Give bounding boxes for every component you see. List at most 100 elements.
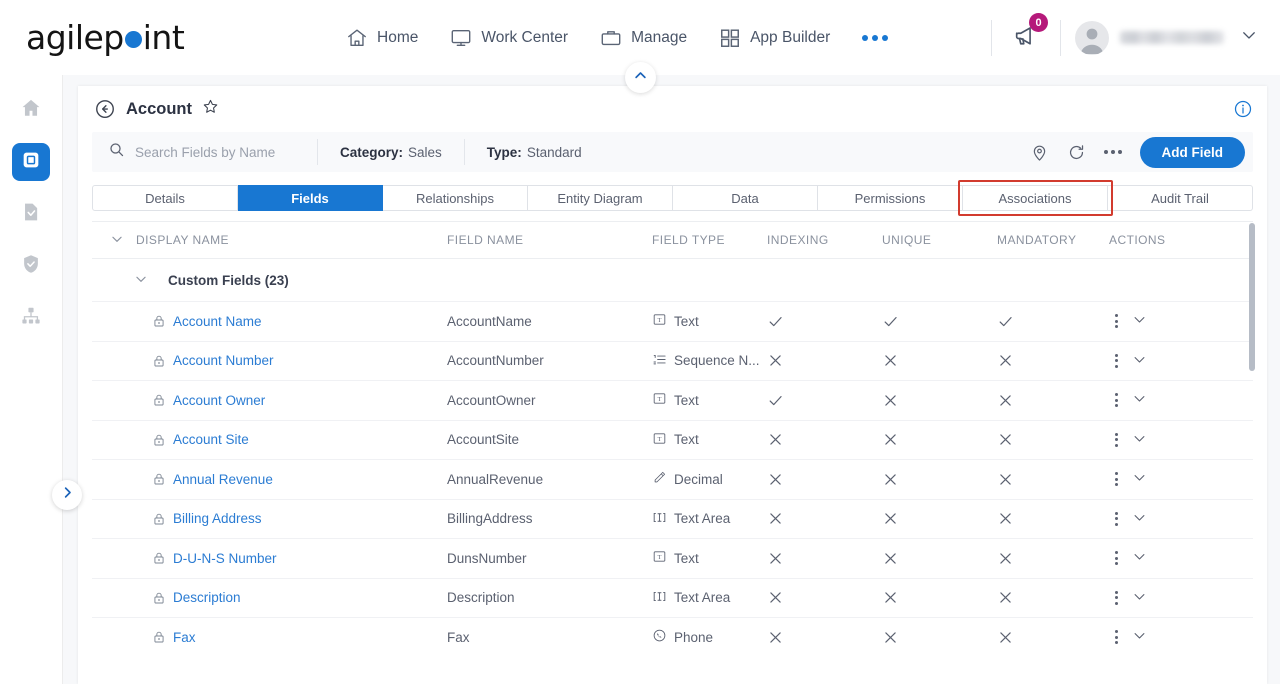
row-menu-icon[interactable] <box>1115 590 1118 605</box>
document-check-icon <box>20 201 42 228</box>
tab-associations[interactable]: Associations <box>963 185 1108 211</box>
tab-entity-diagram[interactable]: Entity Diagram <box>528 185 673 211</box>
type-filter[interactable]: Type: Standard <box>465 132 604 172</box>
header-divider-2 <box>1060 19 1061 56</box>
field-type-cell: Text Area <box>674 511 731 527</box>
panel-header: Account <box>78 86 1267 132</box>
row-expand-chevron-down-icon[interactable] <box>1132 510 1147 528</box>
category-value: Sales <box>408 144 442 160</box>
mandatory-cross-icon <box>997 431 1109 448</box>
nav-item-manage[interactable]: Manage <box>584 21 703 55</box>
field-display-name-link[interactable]: Account Number <box>173 353 274 368</box>
brand-logo[interactable]: agilep int <box>0 18 330 57</box>
tab-data[interactable]: Data <box>673 185 818 211</box>
column-field-type[interactable]: FIELD TYPE <box>652 233 767 247</box>
collapse-header-button[interactable] <box>625 62 656 93</box>
nav-more-icon[interactable] <box>846 29 904 47</box>
filter-toolbar: Category: Sales Type: Standard Add Field <box>92 132 1253 172</box>
avatar[interactable] <box>1075 20 1109 55</box>
tab-permissions[interactable]: Permissions <box>818 185 963 211</box>
row-expand-chevron-down-icon[interactable] <box>1132 352 1147 370</box>
column-field-name[interactable]: FIELD NAME <box>447 233 652 247</box>
user-menu-chevron-down-icon[interactable] <box>1240 26 1258 49</box>
sidebar-item-security[interactable] <box>12 247 50 285</box>
row-expand-chevron-down-icon[interactable] <box>1132 391 1147 409</box>
group-chevron-down-icon[interactable] <box>134 272 148 289</box>
search-input[interactable] <box>135 144 310 160</box>
table-row[interactable]: D-U-N-S Number DunsNumber T Text <box>92 538 1253 578</box>
sidebar-item-forms[interactable] <box>12 195 50 233</box>
star-icon[interactable] <box>202 98 219 120</box>
column-indexing[interactable]: INDEXING <box>767 233 882 247</box>
table-row[interactable]: Account Site AccountSite T Text <box>92 419 1253 460</box>
megaphone-icon <box>1012 27 1040 53</box>
home-icon <box>346 27 368 49</box>
search-field-group[interactable] <box>92 132 317 172</box>
tab-fields[interactable]: Fields <box>238 185 383 211</box>
nav-label-manage: Manage <box>631 28 688 46</box>
announcements-button[interactable]: 0 <box>1006 13 1048 58</box>
field-type-cell: Phone <box>674 629 714 645</box>
table-row[interactable]: Account Owner AccountOwner T Text <box>92 380 1253 420</box>
field-display-name-link[interactable]: Fax <box>173 630 196 645</box>
sidebar-item-app-builder[interactable] <box>12 143 50 181</box>
tab-relationships[interactable]: Relationships <box>383 185 528 211</box>
scrollbar-thumb[interactable] <box>1249 223 1255 371</box>
field-display-name-link[interactable]: Annual Revenue <box>173 472 273 487</box>
sidebar-item-home[interactable] <box>12 91 50 129</box>
table-row[interactable]: Fax Fax Phone <box>92 617 1253 657</box>
field-display-name-link[interactable]: Description <box>173 590 241 605</box>
nav-item-work-center[interactable]: Work Center <box>434 21 584 55</box>
row-menu-icon[interactable] <box>1115 630 1118 645</box>
field-display-name-link[interactable]: D-U-N-S Number <box>173 551 277 566</box>
row-menu-icon[interactable] <box>1115 511 1118 526</box>
info-circle-icon[interactable] <box>1233 99 1253 124</box>
table-scrollbar[interactable] <box>1249 223 1255 648</box>
nav-item-home[interactable]: Home <box>330 21 434 55</box>
field-display-name-link[interactable]: Billing Address <box>173 511 262 526</box>
row-menu-icon[interactable] <box>1115 314 1118 329</box>
column-unique[interactable]: UNIQUE <box>882 233 997 247</box>
tab-audit-trail[interactable]: Audit Trail <box>1108 185 1253 211</box>
category-filter[interactable]: Category: Sales <box>318 132 464 172</box>
tab-details[interactable]: Details <box>92 185 238 211</box>
row-menu-icon[interactable] <box>1115 353 1118 368</box>
field-name-cell: Description <box>447 590 515 606</box>
group-row-custom-fields[interactable]: Custom Fields (23) <box>92 259 1253 301</box>
back-arrow-icon[interactable] <box>94 98 116 120</box>
unique-cross-icon <box>882 431 997 448</box>
nav-item-app-builder[interactable]: App Builder <box>703 21 846 55</box>
row-menu-icon[interactable] <box>1115 432 1118 447</box>
row-menu-icon[interactable] <box>1115 551 1118 566</box>
row-expand-chevron-down-icon[interactable] <box>1132 589 1147 607</box>
field-display-name-link[interactable]: Account Site <box>173 432 249 447</box>
add-field-button[interactable]: Add Field <box>1139 136 1245 168</box>
sidebar-item-hierarchy[interactable] <box>12 299 50 337</box>
more-options-icon[interactable] <box>1103 150 1122 154</box>
refresh-icon[interactable] <box>1067 143 1086 162</box>
row-expand-chevron-down-icon[interactable] <box>1132 470 1147 488</box>
column-display-name[interactable]: DISPLAY NAME <box>92 232 447 249</box>
column-mandatory[interactable]: MANDATORY <box>997 233 1109 247</box>
field-display-name-link[interactable]: Account Owner <box>173 393 265 408</box>
user-name <box>1120 31 1224 44</box>
table-row[interactable]: Account Number AccountNumber Sequence N... <box>92 340 1253 381</box>
row-menu-icon[interactable] <box>1115 472 1118 487</box>
row-expand-chevron-down-icon[interactable] <box>1132 431 1147 449</box>
field-display-name-link[interactable]: Account Name <box>173 314 262 329</box>
row-menu-icon[interactable] <box>1115 393 1118 408</box>
map-pin-icon[interactable] <box>1030 143 1049 162</box>
expand-sidebar-button[interactable] <box>52 480 82 510</box>
chevron-down-icon[interactable] <box>110 232 124 249</box>
row-expand-chevron-down-icon[interactable] <box>1132 628 1147 646</box>
table-row[interactable]: Description Description Text Area <box>92 577 1253 618</box>
brand-dot-icon <box>124 31 142 48</box>
field-name-cell: AccountNumber <box>447 353 544 369</box>
row-expand-chevron-down-icon[interactable] <box>1132 312 1147 330</box>
table-row[interactable]: Annual Revenue AnnualRevenue Decimal <box>92 459 1253 499</box>
table-row[interactable]: Billing Address BillingAddress Text Area <box>92 498 1253 539</box>
row-expand-chevron-down-icon[interactable] <box>1132 549 1147 567</box>
table-row[interactable]: Account Name AccountName T Text <box>92 301 1253 341</box>
brand-name-part2: int <box>142 18 185 57</box>
field-type-cell: Text <box>674 392 699 408</box>
